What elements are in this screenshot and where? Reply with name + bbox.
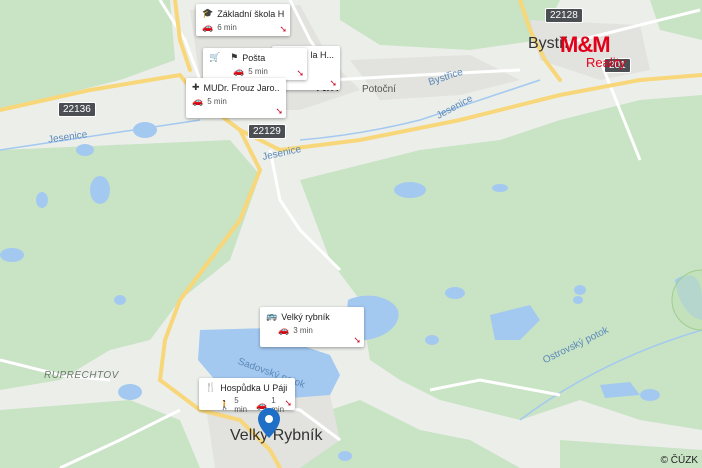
expand-arrow-icon[interactable]: ➘ bbox=[329, 78, 337, 89]
shop-icon: 🛒 bbox=[209, 52, 221, 62]
restaurant-icon: 🍴 bbox=[205, 382, 217, 392]
map-canvas[interactable] bbox=[0, 0, 702, 468]
poi-name: Velký rybník bbox=[281, 311, 330, 322]
road-label-22129: 22129 bbox=[248, 124, 286, 139]
road-label-22128: 22128 bbox=[545, 8, 583, 23]
school-icon: 🎓 bbox=[202, 8, 214, 18]
poi-time-walk: 5 min bbox=[234, 396, 248, 414]
poi-name: Základní škola Hr... bbox=[217, 8, 284, 19]
poi-time: 5 min bbox=[207, 97, 227, 106]
car-icon: 🚗 bbox=[278, 325, 290, 335]
poi-name: MUDr. Frouz Jaro... bbox=[203, 82, 280, 93]
walk-icon: 🚶 bbox=[219, 399, 231, 410]
poi-name: la H... bbox=[310, 50, 334, 60]
brand-logo: M&M Reality bbox=[560, 34, 634, 70]
road-label-22136: 22136 bbox=[58, 102, 96, 117]
car-icon: 🚗 bbox=[202, 22, 214, 32]
logo-text: M&M bbox=[560, 32, 611, 57]
medical-icon: ✚ bbox=[192, 82, 200, 92]
logo-subtext: Reality bbox=[586, 55, 626, 70]
poi-card-medical[interactable]: ✚ MUDr. Frouz Jaro... 🚗 5 min ➘ bbox=[186, 78, 286, 118]
poi-name: Pošta bbox=[242, 52, 266, 63]
copyright-notice: © ČÚZK bbox=[660, 455, 698, 466]
poi-time: 6 min bbox=[217, 23, 237, 32]
location-pin-icon[interactable] bbox=[258, 408, 280, 438]
car-icon: 🚗 bbox=[192, 96, 204, 106]
expand-arrow-icon[interactable]: ➘ bbox=[296, 68, 304, 79]
poi-name: Hospůdka U Páji bbox=[220, 382, 288, 393]
poi-time: 3 min bbox=[293, 326, 313, 335]
expand-arrow-icon[interactable]: ➘ bbox=[279, 24, 287, 35]
expand-arrow-icon[interactable]: ➘ bbox=[275, 106, 283, 117]
poi-card-post[interactable]: 🛒 ⚑ Pošta 🚗 5 min ➘ bbox=[203, 48, 307, 80]
bus-icon: 🚌 bbox=[266, 311, 278, 321]
street-label-potocni: Potoční bbox=[362, 84, 396, 95]
expand-arrow-icon[interactable]: ➘ bbox=[353, 335, 361, 346]
expand-arrow-icon[interactable]: ➘ bbox=[284, 398, 292, 409]
poi-card-bus-stop[interactable]: 🚌 Velký rybník 🚗 3 min ➘ bbox=[260, 307, 364, 347]
poi-time: 5 min bbox=[248, 67, 268, 76]
poi-card-restaurant[interactable]: 🍴 Hospůdka U Páji 🚶 5 min 🚗 1 min ➘ bbox=[199, 378, 295, 414]
place-label-ruprechtov: RUPRECHTOV bbox=[44, 370, 119, 381]
car-icon: 🚗 bbox=[233, 66, 245, 76]
poi-card-school[interactable]: 🎓Základní škola Hr... 🚗6 min ➘ bbox=[196, 4, 290, 36]
post-office-icon: ⚑ bbox=[230, 52, 239, 62]
